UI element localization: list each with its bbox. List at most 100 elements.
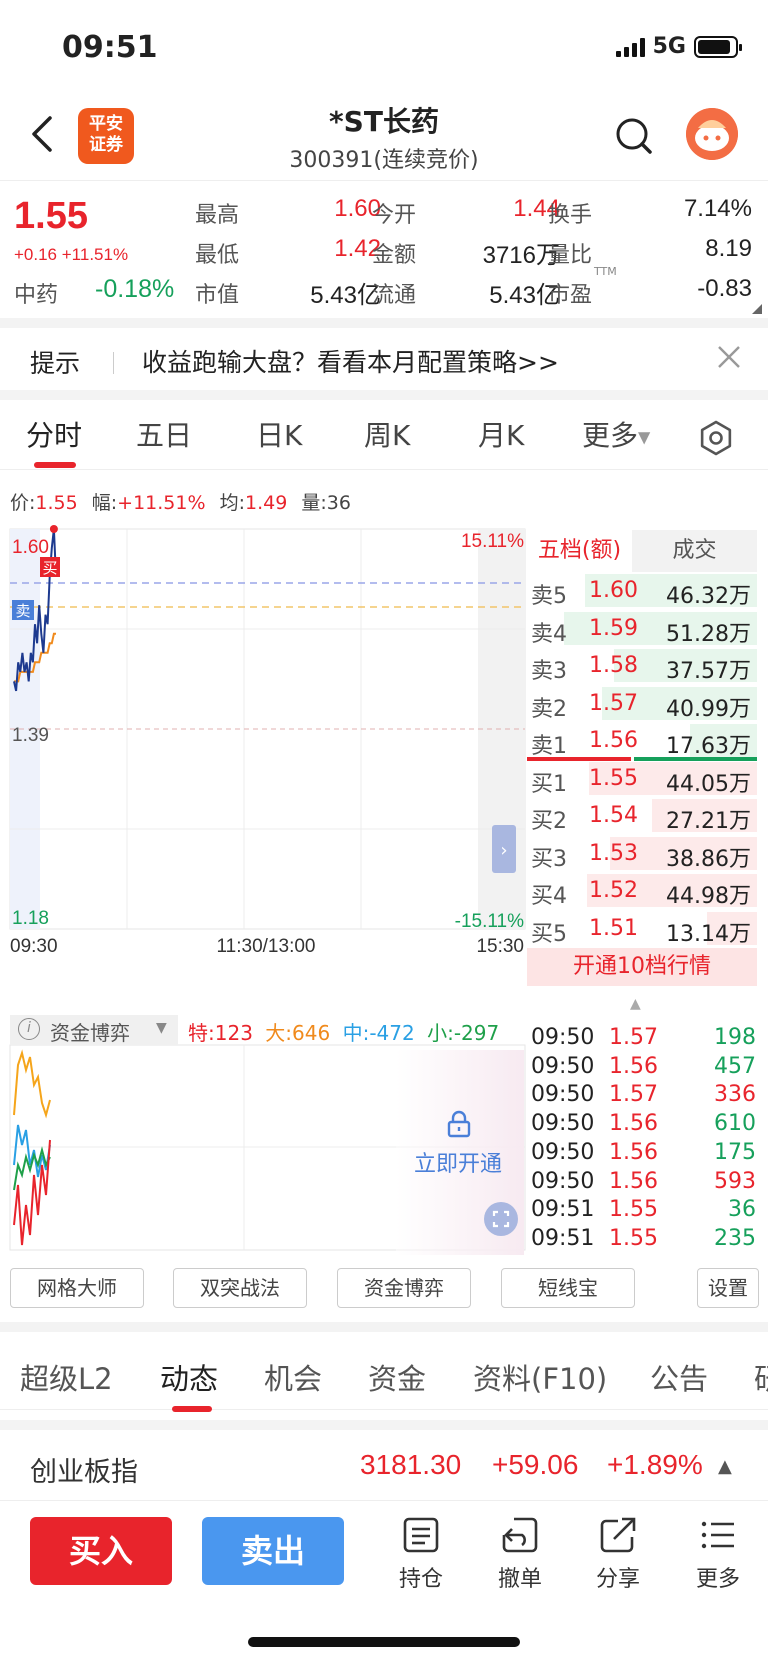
buy-button[interactable]: 买入 xyxy=(30,1517,172,1585)
tick-row: 09:50 1.57 198 xyxy=(531,1025,756,1053)
bid-row[interactable]: 买4 1.52 44.98万 xyxy=(527,872,757,909)
tab-monthly-k[interactable]: 月K xyxy=(478,414,524,454)
level-price: 1.58 xyxy=(589,653,638,678)
level-amount: 40.99万 xyxy=(666,696,751,722)
fund-battle-button[interactable]: 资金博弈 xyxy=(337,1268,471,1308)
tab-five-day[interactable]: 五日 xyxy=(136,414,192,454)
info-range: +11.51% xyxy=(117,492,206,514)
positions-button[interactable]: 持仓 xyxy=(381,1515,461,1593)
unlock-now-link[interactable]: 立即开通 xyxy=(414,1146,502,1178)
level-price: 1.57 xyxy=(589,690,638,716)
position-icon xyxy=(403,1517,439,1553)
tip-text[interactable]: 收益跑输大盘？看看本月配置策略>> xyxy=(142,343,559,379)
quote-value: 8.19 xyxy=(705,235,752,262)
chevron-down-icon: ▼ xyxy=(156,1020,167,1036)
ask-row[interactable]: 卖4 1.59 51.28万 xyxy=(527,610,757,647)
bid-row[interactable]: 买1 1.55 44.05万 xyxy=(527,760,757,797)
tab-trades[interactable]: 成交 xyxy=(632,530,757,572)
y-label-top: 1.60 xyxy=(12,537,49,558)
high-point-marker xyxy=(49,525,58,533)
level-price: 1.51 xyxy=(589,915,638,941)
strategy-settings-button[interactable]: 设置 xyxy=(697,1268,759,1308)
tab-opportunity[interactable]: 机会 xyxy=(264,1356,322,1398)
fullscreen-icon[interactable] xyxy=(484,1202,518,1236)
ttm-superscript: TTM xyxy=(594,265,617,278)
tab-more[interactable]: 更多▼ xyxy=(582,414,650,454)
level-price: 1.59 xyxy=(589,615,638,641)
chevron-right-icon[interactable]: › xyxy=(500,840,507,861)
tab-five-levels[interactable]: 五档(额) xyxy=(527,530,632,572)
tick-volume: 336 xyxy=(714,1082,756,1108)
ask-row[interactable]: 卖5 1.60 46.32万 xyxy=(527,572,757,609)
network-type: 5G xyxy=(652,34,686,59)
ask-row[interactable]: 卖1 1.56 17.63万 xyxy=(527,722,757,759)
quote-value: 5.43亿 xyxy=(489,282,560,309)
status-time: 09:51 xyxy=(62,30,158,65)
bid-row[interactable]: 买2 1.54 27.21万 xyxy=(527,797,757,834)
tab-news[interactable]: 动态 xyxy=(160,1356,218,1398)
tick-row: 09:50 1.56 175 xyxy=(531,1140,756,1168)
tip-divider xyxy=(113,352,114,374)
grid-master-button[interactable]: 网格大师 xyxy=(10,1268,144,1308)
more-button[interactable]: 更多 xyxy=(678,1515,758,1593)
back-arrow-icon[interactable] xyxy=(24,112,60,156)
tab-research[interactable]: 研 xyxy=(754,1356,768,1398)
x-label-close: 15:30 xyxy=(476,936,524,957)
chart-info-line: 价:1.55 幅:+11.51% 均:1.49 量:36 xyxy=(10,492,351,514)
search-icon[interactable] xyxy=(614,114,654,158)
cancel-order-button[interactable]: 撤单 xyxy=(480,1515,560,1593)
fund-te: 123 xyxy=(214,1021,253,1045)
orderbook-tabs: 五档(额) 成交 xyxy=(527,530,757,572)
bid-row[interactable]: 买5 1.51 13.14万 xyxy=(527,910,757,947)
level-amount: 44.05万 xyxy=(666,771,751,797)
x-label-open: 09:30 xyxy=(10,936,58,957)
quote-label: 流通 xyxy=(372,283,417,308)
close-icon[interactable] xyxy=(716,344,742,370)
fund-battle-selector[interactable]: i 资金博弈 ▼ xyxy=(10,1015,178,1045)
index-ticker[interactable]: 创业板指 3181.30 +59.06 +1.89% ▲ xyxy=(0,1420,768,1508)
tick-volume: 610 xyxy=(714,1111,756,1137)
expand-corner-icon[interactable] xyxy=(752,304,762,314)
tab-funds[interactable]: 资金 xyxy=(368,1356,426,1398)
level-label: 买1 xyxy=(531,771,567,797)
gear-icon[interactable] xyxy=(698,420,734,456)
double-breakout-button[interactable]: 双突战法 xyxy=(173,1268,307,1308)
bid-row[interactable]: 买3 1.53 38.86万 xyxy=(527,835,757,872)
tab-intraday[interactable]: 分时 xyxy=(26,414,82,454)
tab-daily-k[interactable]: 日K xyxy=(256,414,302,454)
share-button[interactable]: 分享 xyxy=(578,1515,658,1593)
info-tab-indicator xyxy=(172,1406,212,1412)
upgrade-10-levels[interactable]: 开通10档行情 xyxy=(527,948,757,986)
ask-row[interactable]: 卖3 1.58 37.57万 xyxy=(527,647,757,684)
ask-row[interactable]: 卖2 1.57 40.99万 xyxy=(527,685,757,722)
quote-label: 换手 xyxy=(548,203,593,228)
stock-name: *ST长药 xyxy=(329,105,439,138)
broker-logo[interactable]: 平安 证券 xyxy=(78,108,134,164)
sell-button[interactable]: 卖出 xyxy=(202,1517,344,1585)
tick-volume: 235 xyxy=(714,1225,756,1251)
tick-price: 1.56 xyxy=(609,1168,658,1194)
info-icon[interactable]: i xyxy=(18,1018,40,1040)
y-label-bottom: 1.18 xyxy=(12,908,49,929)
scroll-up-icon[interactable]: ▲ xyxy=(630,996,641,1012)
tab-announcements[interactable]: 公告 xyxy=(650,1356,708,1398)
tab-weekly-k[interactable]: 周K xyxy=(364,414,410,454)
chart-tabs: 分时 五日 日K 周K 月K 更多▼ xyxy=(0,390,768,470)
short-line-treasure-button[interactable]: 短线宝 xyxy=(501,1268,635,1308)
tab-super-l2[interactable]: 超级L2 xyxy=(20,1356,113,1398)
fund-battle-header: i 资金博弈 ▼ 特:123 大:646 中:-472 小:-297 xyxy=(10,1015,524,1045)
level-amount: 38.86万 xyxy=(666,846,751,872)
tip-bar[interactable]: 提示 收益跑输大盘？看看本月配置策略>> xyxy=(0,318,768,390)
tick-price: 1.56 xyxy=(609,1111,658,1137)
sell-marker-label: 卖 xyxy=(15,602,30,620)
tick-time: 09:50 xyxy=(531,1053,595,1079)
tick-time: 09:50 xyxy=(531,1111,595,1137)
assistant-avatar-icon[interactable] xyxy=(686,108,738,160)
tick-row: 09:51 1.55 235 xyxy=(531,1226,756,1254)
home-indicator[interactable] xyxy=(248,1637,520,1647)
info-vol: 36 xyxy=(326,492,351,514)
sector-name[interactable]: 中药 xyxy=(14,277,58,309)
fund-battle-values: 特:123 大:646 中:-472 小:-297 xyxy=(188,1021,500,1045)
tab-f10[interactable]: 资料(F10) xyxy=(473,1356,607,1398)
fund-battle-lock-overlay[interactable]: 立即开通 xyxy=(396,1050,524,1255)
